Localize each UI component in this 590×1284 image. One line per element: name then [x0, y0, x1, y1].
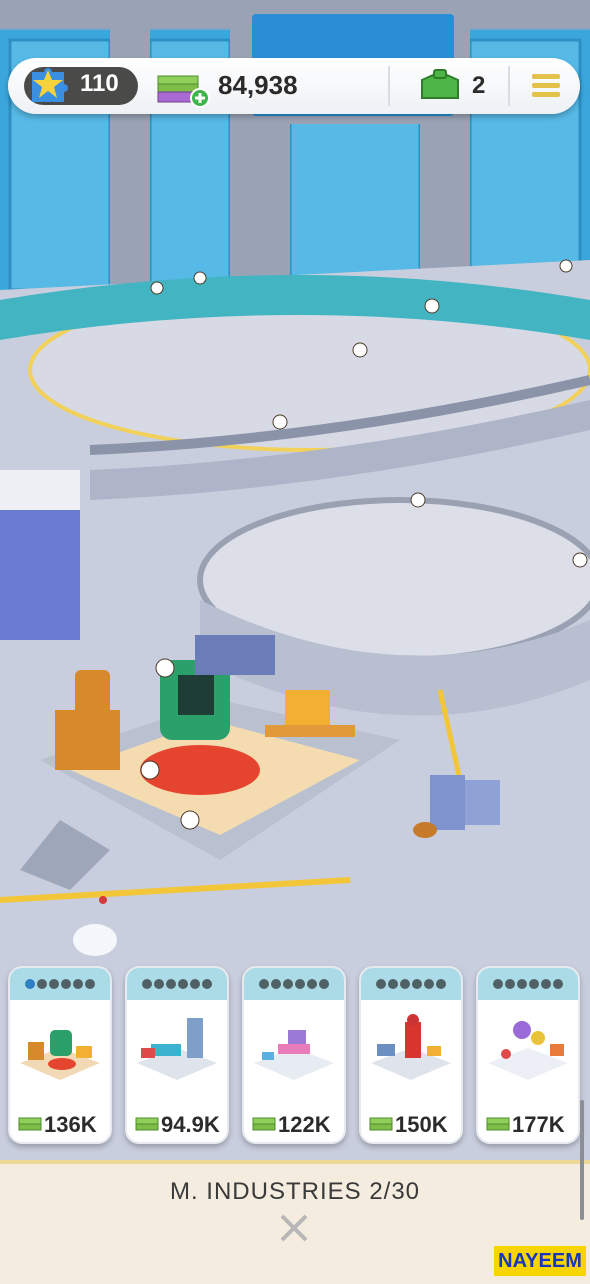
- scrollbar[interactable]: [580, 1100, 584, 1220]
- progress-dot: [154, 979, 164, 989]
- cash-stack-plus-icon[interactable]: [156, 68, 214, 108]
- build-card[interactable]: 150K: [359, 966, 463, 1144]
- cash-icon: [135, 1117, 159, 1131]
- progress-dot: [73, 979, 83, 989]
- progress-dots: [10, 968, 110, 1000]
- xp-level-value: 110: [80, 70, 119, 97]
- card-price-value: 94.9K: [161, 1112, 220, 1137]
- pink-workbench-thumbnail: [254, 1030, 334, 1080]
- box-count: 2: [472, 72, 486, 99]
- progress-dot: [178, 979, 188, 989]
- close-icon[interactable]: [276, 1210, 312, 1246]
- progress-dot: [61, 979, 71, 989]
- build-cards-row: 136K 94.9K 122K 150K 177K: [8, 966, 590, 1146]
- progress-dot: [283, 979, 293, 989]
- progress-dot: [436, 979, 446, 989]
- progress-dot: [166, 979, 176, 989]
- cash-icon: [486, 1117, 510, 1131]
- build-card[interactable]: 136K: [8, 966, 112, 1144]
- progress-dot: [85, 979, 95, 989]
- progress-dots: [361, 968, 461, 1000]
- hamburger-menu-icon[interactable]: [528, 68, 564, 104]
- progress-dot: [142, 979, 152, 989]
- progress-dot: [493, 979, 503, 989]
- card-price: 177K: [482, 1110, 574, 1138]
- progress-dot: [271, 979, 281, 989]
- progress-dot: [376, 979, 386, 989]
- card-price-value: 122K: [278, 1112, 331, 1137]
- progress-dot: [541, 979, 551, 989]
- progress-dot: [49, 979, 59, 989]
- cash-icon: [252, 1117, 276, 1131]
- hud-divider: [508, 66, 510, 106]
- progress-dot: [190, 979, 200, 989]
- cash-icon: [18, 1117, 42, 1131]
- progress-dot: [424, 979, 434, 989]
- progress-dot: [505, 979, 515, 989]
- build-card[interactable]: 177K: [476, 966, 580, 1144]
- progress-dot: [400, 979, 410, 989]
- progress-dot: [37, 979, 47, 989]
- card-price: 122K: [248, 1110, 340, 1138]
- progress-dot: [307, 979, 317, 989]
- department-title: M. INDUSTRIES 2/30: [169, 1178, 421, 1205]
- top-hud: 110 84,938 2: [8, 58, 580, 114]
- card-price: 150K: [365, 1110, 457, 1138]
- robot-station-thumbnail: [20, 1030, 100, 1080]
- green-box-icon[interactable]: [418, 68, 462, 104]
- purple-orbs-thumbnail: [488, 1021, 568, 1080]
- progress-dot: [529, 979, 539, 989]
- build-card[interactable]: 94.9K: [125, 966, 229, 1144]
- cash-icon: [369, 1117, 393, 1131]
- cash-value: 84,938: [218, 70, 298, 100]
- watermark-label: NAYEEM: [494, 1246, 586, 1276]
- card-price-value: 136K: [44, 1112, 97, 1137]
- lab-console-thumbnail: [137, 1018, 217, 1080]
- progress-dots: [478, 968, 578, 1000]
- progress-dot: [388, 979, 398, 989]
- hud-divider: [388, 66, 390, 106]
- card-price-value: 177K: [512, 1112, 565, 1137]
- build-card[interactable]: 122K: [242, 966, 346, 1144]
- progress-dot: [295, 979, 305, 989]
- progress-dot: [259, 979, 269, 989]
- progress-dot: [319, 979, 329, 989]
- red-phone-booth-thumbnail: [371, 1014, 451, 1080]
- puzzle-star-icon: [32, 68, 68, 102]
- card-price: 136K: [14, 1110, 106, 1138]
- progress-dot: [25, 979, 35, 989]
- progress-dot: [517, 979, 527, 989]
- progress-dots: [244, 968, 344, 1000]
- card-price: 94.9K: [131, 1110, 223, 1138]
- progress-dot: [412, 979, 422, 989]
- card-price-value: 150K: [395, 1112, 448, 1137]
- progress-dots: [127, 968, 227, 1000]
- progress-dot: [553, 979, 563, 989]
- progress-dot: [202, 979, 212, 989]
